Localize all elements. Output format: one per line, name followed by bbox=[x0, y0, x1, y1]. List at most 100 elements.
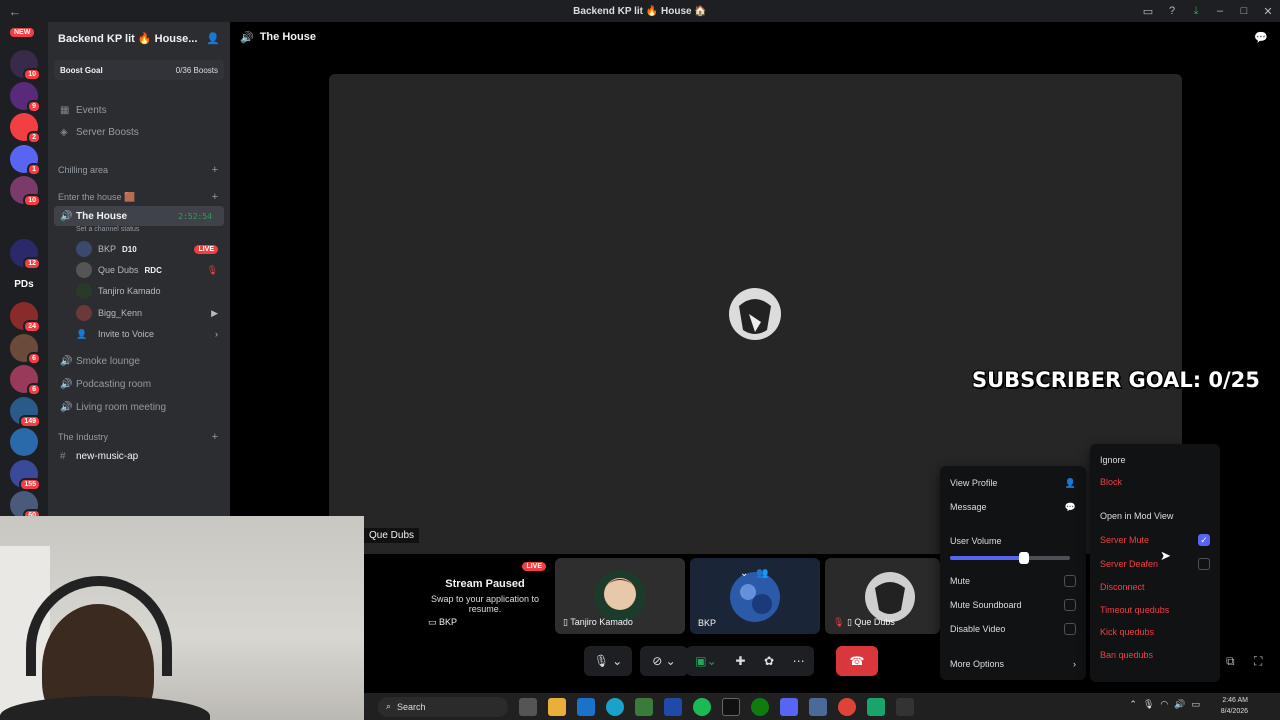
back-arrow-icon[interactable]: ← bbox=[0, 4, 30, 19]
task-view-icon[interactable] bbox=[519, 697, 537, 716]
tray-chevron-icon[interactable]: ⌃ bbox=[1129, 699, 1137, 710]
sidebar-item-server-boosts[interactable]: ◈ Server Boosts bbox=[48, 122, 230, 142]
taskbar-search[interactable]: ⌕ Search bbox=[378, 696, 508, 717]
mute-item[interactable]: Mute bbox=[950, 572, 1076, 590]
server-mute-item[interactable]: Server Mute ✓ bbox=[1100, 531, 1210, 549]
server-icon[interactable]: 149 bbox=[10, 396, 41, 428]
server-icon[interactable] bbox=[10, 428, 38, 456]
voice-user-tanjiro[interactable]: Tanjiro Kamado bbox=[48, 281, 230, 301]
obs-icon[interactable] bbox=[896, 697, 914, 716]
disable-video-checkbox[interactable] bbox=[1064, 623, 1076, 635]
xbox-icon[interactable] bbox=[751, 697, 769, 716]
mute-soundboard-checkbox[interactable] bbox=[1064, 599, 1076, 611]
category-chilling[interactable]: Chilling area + bbox=[48, 160, 230, 180]
voice-user-bkp[interactable]: BKP D10 LIVE bbox=[48, 239, 230, 259]
popout-icon[interactable]: ⧉ bbox=[1226, 654, 1235, 669]
block-item[interactable]: Block bbox=[1100, 473, 1210, 491]
channel-status[interactable]: Set a channel status bbox=[48, 222, 230, 236]
group-icon[interactable]: 👥 bbox=[756, 568, 768, 579]
activity-icon[interactable]: ✚ bbox=[735, 654, 745, 668]
screen-share-icon[interactable]: ▣⌄ bbox=[695, 654, 716, 668]
sidebar-item-smoke-lounge[interactable]: 🔊 Smoke lounge bbox=[48, 351, 230, 371]
user-volume-slider[interactable] bbox=[950, 552, 1070, 564]
message-item[interactable]: Message 💬 bbox=[950, 498, 1076, 516]
disconnect-button[interactable]: ☎ bbox=[836, 646, 878, 676]
server-icon[interactable]: 24 bbox=[10, 302, 41, 333]
kick-item[interactable]: Kick quedubs bbox=[1100, 623, 1210, 641]
mute-checkbox[interactable] bbox=[1064, 575, 1076, 587]
add-user-icon[interactable]: 👤 bbox=[206, 32, 220, 45]
photoshop-icon[interactable] bbox=[664, 697, 682, 716]
chat-icon[interactable]: 💬 bbox=[1254, 31, 1268, 44]
server-icon[interactable]: 1 bbox=[10, 144, 41, 176]
participant-tile-tanjiro[interactable]: ▯ Tanjiro Kamado bbox=[555, 558, 685, 634]
more-options-item[interactable]: More Options › bbox=[950, 655, 1076, 673]
download-icon[interactable]: ⤓ bbox=[1184, 5, 1208, 18]
capcut-icon[interactable] bbox=[722, 697, 740, 716]
participant-tile-bkp[interactable]: ⌄ 👥 BKP bbox=[690, 558, 820, 634]
mute-soundboard-item[interactable]: Mute Soundboard bbox=[950, 596, 1076, 614]
timeout-item[interactable]: Timeout quedubs bbox=[1100, 601, 1210, 619]
voice-user-que-dubs[interactable]: Que Dubs RDC 🎙 bbox=[48, 260, 230, 280]
server-icon[interactable]: 155 bbox=[10, 459, 41, 491]
add-channel-icon[interactable]: + bbox=[212, 431, 218, 443]
taskbar-clock[interactable]: 2:46 AM 8/4/2026 bbox=[1221, 695, 1248, 717]
maximize-icon[interactable]: □ bbox=[1232, 5, 1256, 17]
disconnect-item[interactable]: Disconnect bbox=[1100, 578, 1210, 596]
sidebar-item-podcasting-room[interactable]: 🔊 Podcasting room bbox=[48, 374, 230, 394]
file-explorer-icon[interactable] bbox=[548, 697, 566, 716]
participant-tile-que-dubs[interactable]: 🎙 ▯ Que Dubs bbox=[825, 558, 940, 634]
server-icon[interactable]: PDs bbox=[10, 270, 38, 299]
server-icon[interactable]: 6 bbox=[10, 365, 41, 396]
chevron-down-icon[interactable]: ⌄ bbox=[740, 568, 748, 579]
edge-icon[interactable] bbox=[606, 697, 624, 716]
close-icon[interactable]: ✕ bbox=[1256, 5, 1280, 18]
server-mute-checkbox[interactable]: ✓ bbox=[1198, 534, 1210, 546]
volume-knob[interactable] bbox=[1019, 552, 1030, 564]
voice-user-bigg-kenn[interactable]: Bigg_Kenn ▶ bbox=[48, 303, 230, 323]
ban-item[interactable]: Ban quedubs bbox=[1100, 646, 1210, 664]
stream-paused-tile[interactable]: LIVE Stream Paused Swap to your applicat… bbox=[420, 558, 550, 634]
open-mod-view-item[interactable]: Open in Mod View bbox=[1100, 507, 1210, 525]
server-icon[interactable]: 60 bbox=[10, 491, 41, 522]
add-channel-icon[interactable]: + bbox=[212, 191, 218, 203]
sidebar-item-living-room[interactable]: 🔊 Living room meeting bbox=[48, 397, 230, 417]
outlook-icon[interactable] bbox=[577, 697, 595, 716]
view-profile-item[interactable]: View Profile 👤 bbox=[950, 474, 1076, 492]
server-icon[interactable]: 10 bbox=[10, 176, 41, 207]
add-channel-icon[interactable]: + bbox=[212, 164, 218, 176]
camera-button[interactable]: ⊘ ⌄ bbox=[640, 646, 688, 676]
microphone-button[interactable]: 🎙 ⌄ bbox=[584, 646, 632, 676]
server-deafen-checkbox[interactable] bbox=[1198, 558, 1210, 570]
server-icon[interactable]: 12 bbox=[10, 239, 41, 270]
inbox-icon[interactable]: ▭ bbox=[1136, 5, 1160, 18]
sidebar-item-events[interactable]: ▦ Events bbox=[48, 100, 230, 120]
ignore-item[interactable]: Ignore bbox=[1100, 451, 1210, 469]
boost-goal-bar[interactable]: Boost Goal 0/36 Boosts bbox=[54, 60, 224, 80]
chrome-icon[interactable] bbox=[838, 697, 856, 716]
vectorworks-icon[interactable] bbox=[635, 697, 653, 716]
soundboard-icon[interactable]: ✿ bbox=[764, 654, 774, 668]
mic-tray-icon[interactable]: 🎙 bbox=[1143, 699, 1154, 710]
server-icon[interactable]: 10 bbox=[10, 50, 41, 81]
wifi-icon[interactable]: ◠ bbox=[1160, 699, 1168, 710]
server-icon[interactable]: 6 bbox=[10, 333, 41, 365]
more-icon[interactable]: ⋯ bbox=[793, 654, 805, 668]
category-industry[interactable]: The Industry + bbox=[48, 427, 230, 447]
server-header[interactable]: Backend KP lit 🔥 House... 👤 bbox=[48, 22, 230, 54]
sidebar-item-new-music[interactable]: # new-music-ap bbox=[48, 446, 230, 466]
green-app-icon[interactable] bbox=[867, 697, 885, 716]
category-enter-house[interactable]: Enter the house 🟫 + bbox=[48, 187, 230, 207]
server-icon[interactable] bbox=[10, 207, 38, 236]
invite-to-voice[interactable]: 👤 Invite to Voice › bbox=[48, 324, 230, 344]
app-icon[interactable] bbox=[809, 697, 827, 716]
server-icon[interactable]: 2 bbox=[10, 113, 41, 144]
spotify-icon[interactable] bbox=[693, 697, 711, 716]
server-icon[interactable]: 9 bbox=[10, 81, 41, 113]
share-activity-group[interactable]: ▣⌄ ✚ ✿ ⋯ bbox=[686, 646, 814, 676]
battery-icon[interactable]: ▭ bbox=[1191, 699, 1200, 710]
server-deafen-item[interactable]: Server Deafen bbox=[1100, 555, 1210, 573]
minimize-icon[interactable]: – bbox=[1208, 5, 1232, 17]
disable-video-item[interactable]: Disable Video bbox=[950, 620, 1076, 638]
help-icon[interactable]: ? bbox=[1160, 5, 1184, 17]
